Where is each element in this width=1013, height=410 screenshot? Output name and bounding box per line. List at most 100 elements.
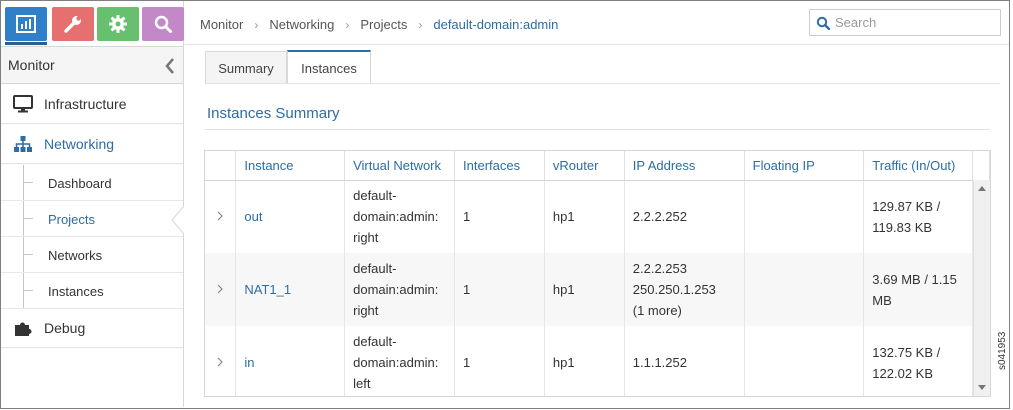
expand-caret-icon[interactable] [216,211,224,221]
column-header-interfaces[interactable]: Interfaces [454,151,545,181]
chevron-right-icon: › [418,17,423,32]
vn-line: default- [353,334,397,349]
breadcrumb-projects[interactable]: Projects [360,17,407,32]
figure-id: s041953 [997,331,1008,370]
vrouter-cell: hp1 [544,326,625,396]
vn-line: right [353,230,379,246]
expand-caret-icon[interactable] [216,357,224,367]
monitor-tile[interactable] [5,7,47,45]
virtual-network-cell: default-domain:admin: left [344,326,456,396]
sidebar-item-debug[interactable]: Debug [1,308,183,348]
column-header-virtual-network[interactable]: Virtual Network [344,151,456,181]
scrollbar-header [972,151,990,181]
expand-caret-icon[interactable] [216,284,224,294]
scroll-down-arrow-icon[interactable] [978,385,986,390]
ip-address-cell: 1.1.1.252 [624,326,745,396]
chevron-left-icon[interactable] [163,57,177,75]
instance-link[interactable]: out [235,180,346,253]
header-bar: Monitor › Networking › Projects › defaul… [185,1,1009,45]
breadcrumb-monitor[interactable]: Monitor [200,17,243,32]
search-box[interactable] [809,9,1001,36]
interfaces-cell: 1 [454,253,545,326]
tab-summary[interactable]: Summary [205,51,287,84]
sidebar-header: Monitor [1,46,183,84]
virtual-network-cell: default-domain:admin: right [344,180,456,253]
table-row[interactable]: in default-domain:admin: left 1 hp1 1.1.1… [205,326,990,396]
sidebar-item-label: Networking [44,135,115,152]
section-title: Instances Summary [207,105,340,122]
vrouter-cell: hp1 [544,253,625,326]
floating-ip-cell [744,326,865,396]
chevron-right-icon: › [345,17,350,32]
ip-address-cell: 2.2.2.253 250.250.1.253 (1 more) [624,253,745,326]
breadcrumb-networking[interactable]: Networking [269,17,334,32]
sidebar-subitem-label: Instances [48,284,104,299]
traffic-line: 122.02 KB [872,365,934,381]
puzzle-icon [13,318,33,338]
expand-column-header [205,151,237,181]
sidebar-subitem-label: Dashboard [48,176,112,191]
monitor-icon [13,94,33,114]
interfaces-cell: 1 [454,326,545,396]
sidebar-subitem-instances[interactable]: Instances [1,273,183,309]
vertical-scrollbar[interactable] [973,180,990,396]
floating-ip-cell [744,253,865,326]
ip-line: 2.2.2.252 [632,209,687,225]
sidebar-item-label: Infrastructure [44,95,127,112]
traffic-line: 3.69 MB / 1.15 [872,271,957,287]
ip-more-link[interactable]: (1 more) [633,300,744,321]
instances-grid: Instance Virtual Network Interfaces vRou… [204,150,991,397]
table-row[interactable]: out default-domain:admin: right 1 hp1 2.2… [205,180,990,253]
active-caret-icon [171,206,184,234]
column-header-vrouter[interactable]: vRouter [544,151,625,181]
wrench-icon [64,16,81,33]
network-tree-icon [13,134,33,154]
vn-line: domain:admin: [353,209,439,225]
vn-line: right [353,303,379,318]
settings-tile[interactable] [97,7,139,41]
section-divider [205,129,990,130]
configure-tile[interactable] [52,7,94,41]
ip-line: 1.1.1.252 [632,355,687,370]
expand-cell[interactable] [205,253,237,326]
column-header-traffic[interactable]: Traffic (In/Out) [863,151,974,181]
chevron-right-icon: › [254,17,259,32]
sidebar-subitem-label: Networks [48,248,103,263]
sidebar-title: Monitor [8,57,55,73]
traffic-line: 129.87 KB / [872,198,941,214]
sidebar-subitem-dashboard[interactable]: Dashboard [1,165,183,201]
search-icon [816,16,830,30]
column-header-floating-ip[interactable]: Floating IP [744,151,865,181]
traffic-cell: 129.87 KB / 119.83 KB [863,180,974,253]
vn-line: default- [353,261,397,276]
sidebar-item-networking[interactable]: Networking [1,124,183,164]
column-header-instance[interactable]: Instance [235,151,346,181]
instance-link[interactable]: in [235,326,346,396]
scroll-up-arrow-icon[interactable] [978,186,986,191]
sidebar-subitem-projects[interactable]: Projects [1,201,183,237]
traffic-line: 119.83 KB [872,219,933,235]
search-input[interactable] [835,15,985,30]
sidebar-item-label: Debug [44,319,86,336]
search-icon [154,15,172,33]
expand-cell[interactable] [205,326,237,396]
gear-icon [109,15,127,33]
expand-cell[interactable] [205,180,237,253]
tab-divider [205,83,1000,84]
floating-ip-cell [744,180,865,253]
breadcrumb-current[interactable]: default-domain:admin [433,17,558,32]
sidebar: Monitor Infrastructure Networking Dashbo… [1,1,184,407]
traffic-line: 132.75 KB / [872,344,941,360]
sidebar-subitem-label: Projects [48,212,95,227]
query-tile[interactable] [142,7,184,41]
tab-instances[interactable]: Instances [287,50,371,84]
sidebar-item-infrastructure[interactable]: Infrastructure [1,84,183,124]
interfaces-cell: 1 [454,180,545,253]
ip-address-cell: 2.2.2.252 [624,180,745,253]
vrouter-cell: hp1 [544,180,625,253]
column-header-ip-address[interactable]: IP Address [624,151,745,181]
table-row[interactable]: NAT1_1 default-domain:admin: right 1 hp1 … [205,253,990,326]
instance-link[interactable]: NAT1_1 [235,253,346,326]
sidebar-subitem-networks[interactable]: Networks [1,237,183,273]
traffic-cell: 132.75 KB / 122.02 KB [863,326,974,396]
